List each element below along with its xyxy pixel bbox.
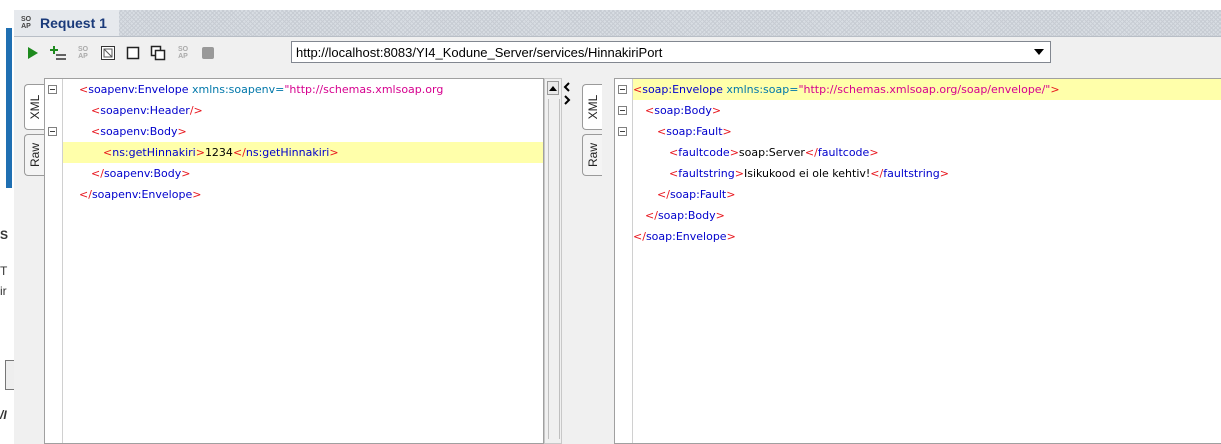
xml-line: <soapenv:Header/> bbox=[91, 104, 203, 117]
collapse-arrows-icon bbox=[563, 82, 571, 105]
background-text: /I bbox=[0, 408, 7, 422]
play-icon bbox=[28, 47, 38, 59]
clone-request-button[interactable] bbox=[147, 42, 169, 64]
request-editor[interactable]: <soapenv:Envelope xmlns:soapenv="http://… bbox=[44, 78, 544, 444]
arrow-up-icon bbox=[549, 85, 557, 91]
cancel-request-button[interactable] bbox=[197, 42, 219, 64]
tab-request-xml[interactable]: XML bbox=[24, 84, 44, 130]
create-soap-button[interactable]: SO AP bbox=[72, 42, 94, 64]
fold-toggle-icon[interactable] bbox=[48, 127, 57, 136]
soap-ap-icon: SO AP bbox=[20, 16, 32, 30]
split-pane-divider[interactable] bbox=[562, 78, 572, 444]
endpoint-url-text: http://localhost:8083/YI4_Kodune_Server/… bbox=[296, 44, 663, 60]
fold-toggle-icon[interactable] bbox=[618, 127, 627, 136]
scroll-up-button[interactable] bbox=[547, 81, 559, 95]
xml-line: <faultcode>soap:Server</faultcode> bbox=[669, 146, 879, 159]
xml-line: <soapenv:Body> bbox=[91, 125, 187, 138]
submit-request-button[interactable] bbox=[22, 42, 44, 64]
xml-line: <faultstring>Isikukood ei ole kehtiv!</f… bbox=[669, 167, 949, 180]
soap-ap-icon: SO AP bbox=[77, 46, 89, 60]
background-text: T bbox=[0, 264, 8, 278]
xml-line: <soap:Fault> bbox=[657, 125, 732, 138]
dropdown-arrow-icon[interactable] bbox=[1028, 49, 1050, 55]
response-editor[interactable]: <soap:Envelope xmlns:soap="http://schema… bbox=[614, 78, 1221, 444]
fold-toggle-icon[interactable] bbox=[618, 106, 627, 115]
background-button bbox=[5, 360, 14, 390]
xml-line: </soap:Body> bbox=[645, 209, 725, 222]
endpoint-url-select[interactable]: http://localhost:8083/YI4_Kodune_Server/… bbox=[291, 41, 1051, 63]
window-icon bbox=[126, 46, 140, 60]
soap-settings-button[interactable]: SO AP bbox=[172, 42, 194, 64]
xml-line: <soapenv:Envelope xmlns:soapenv="http://… bbox=[79, 83, 444, 96]
response-gutter bbox=[615, 79, 633, 443]
xml-line: </soap:Envelope> bbox=[633, 230, 736, 243]
window-title: Request 1 bbox=[40, 15, 107, 31]
xml-line-current: <ns:getHinnakiri>1234</ns:getHinnakiri> bbox=[63, 142, 543, 163]
tab-response-raw[interactable]: Raw bbox=[582, 134, 602, 176]
add-list-icon bbox=[50, 46, 66, 60]
title-bar[interactable]: SO AP Request 1 bbox=[14, 10, 1221, 37]
tab-request-raw[interactable]: Raw bbox=[24, 134, 44, 176]
xml-line: </soapenv:Envelope> bbox=[79, 188, 202, 201]
xml-line: <soap:Body> bbox=[645, 104, 722, 117]
soap-ap-icon: SO AP bbox=[177, 46, 189, 60]
create-empty-request-button[interactable] bbox=[97, 42, 119, 64]
xml-line: </soapenv:Body> bbox=[91, 167, 191, 180]
xml-line-current: <soap:Envelope xmlns:soap="http://schema… bbox=[633, 79, 1221, 100]
request-scrollbar[interactable] bbox=[544, 78, 562, 444]
fold-toggle-icon[interactable] bbox=[48, 85, 57, 94]
tab-response-xml[interactable]: XML bbox=[582, 84, 602, 130]
request-gutter bbox=[45, 79, 63, 443]
request-toolbar: SO AP SO AP http://localhost:8083/YI4_Kodu… bbox=[14, 37, 1221, 69]
stop-icon bbox=[202, 47, 214, 59]
clone-icon bbox=[150, 45, 166, 61]
fold-toggle-icon[interactable] bbox=[618, 85, 627, 94]
open-window-button[interactable] bbox=[122, 42, 144, 64]
add-assertion-button[interactable] bbox=[47, 42, 69, 64]
background-text: ir bbox=[0, 284, 7, 298]
background-app-banner bbox=[6, 28, 12, 188]
box-icon bbox=[101, 46, 115, 60]
background-text: S bbox=[0, 228, 9, 242]
scroll-track[interactable] bbox=[548, 99, 560, 439]
xml-line: </soap:Fault> bbox=[657, 188, 736, 201]
